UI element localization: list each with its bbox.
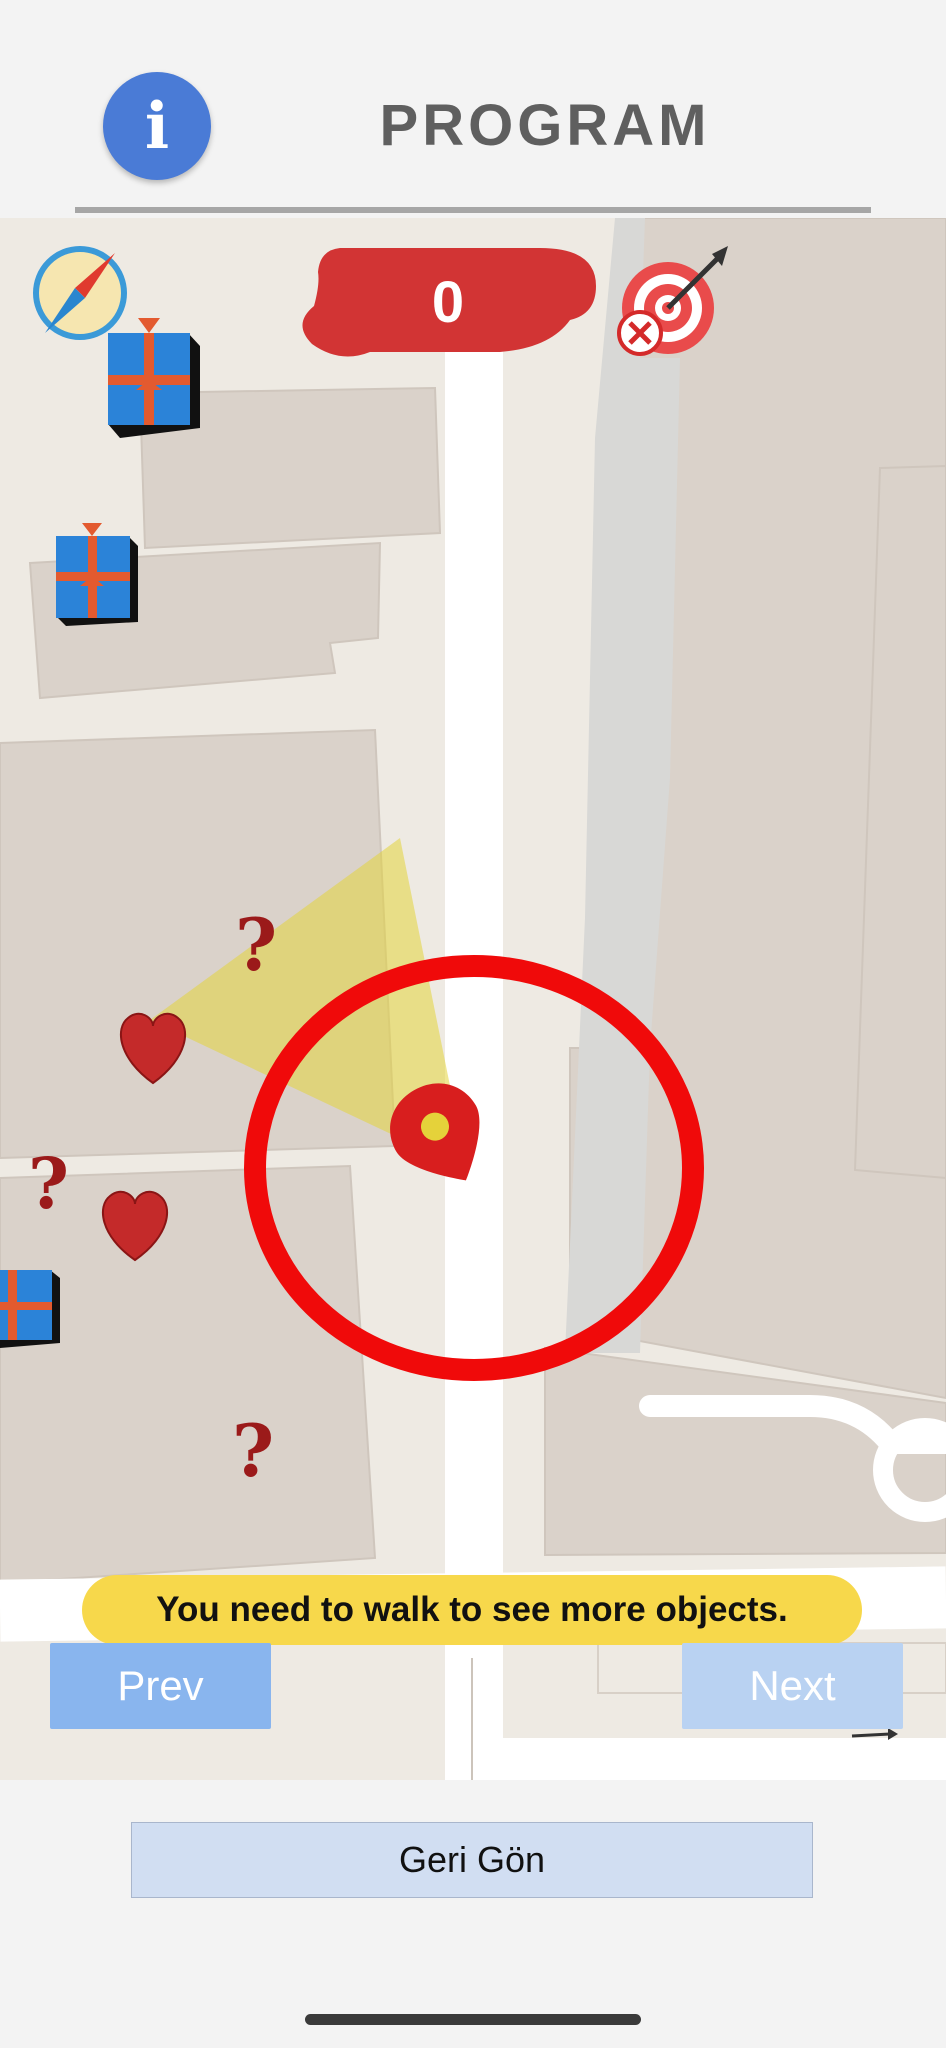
home-indicator[interactable] (305, 2014, 641, 2025)
gift-box-icon[interactable] (0, 1270, 60, 1348)
compass-icon[interactable] (33, 246, 127, 340)
map-canvas: ? ? ? (0, 218, 946, 1780)
app-header: i PROGRAM (0, 0, 946, 215)
info-icon: i (144, 88, 170, 164)
back-button[interactable]: Geri Gön (131, 1822, 813, 1898)
title-divider (75, 207, 871, 213)
score-badge: 0 (300, 244, 596, 360)
score-value: 0 (431, 269, 465, 335)
map-road-lower (470, 1738, 946, 1780)
gift-box-icon[interactable] (108, 318, 200, 438)
info-button[interactable]: i (103, 72, 211, 180)
question-mark-icon[interactable]: ? (28, 1142, 69, 1225)
gift-box-icon[interactable] (56, 523, 138, 626)
question-mark-icon[interactable]: ? (232, 1408, 274, 1493)
page-title: PROGRAM (379, 93, 711, 158)
walk-hint-banner: You need to walk to see more objects. (82, 1575, 862, 1645)
next-button[interactable]: Next (682, 1643, 903, 1729)
question-mark-icon[interactable]: ? (235, 902, 277, 987)
game-map[interactable]: ? ? ? 0 (0, 218, 946, 1780)
prev-button[interactable]: Prev (50, 1643, 271, 1729)
map-road-main (445, 348, 503, 1780)
